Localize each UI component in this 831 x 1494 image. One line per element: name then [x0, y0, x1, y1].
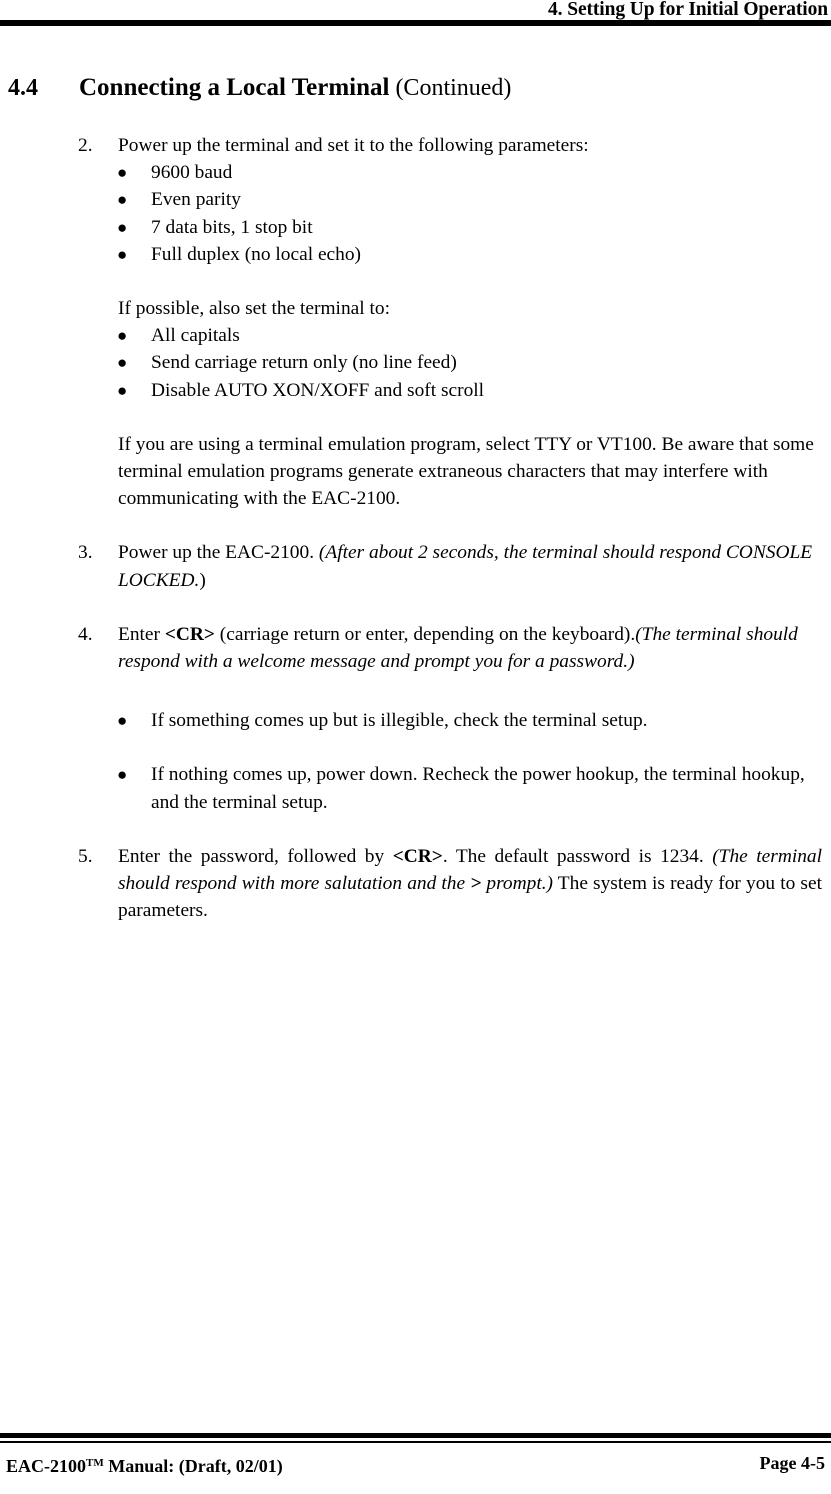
numbered-item-4-lead: Enter [118, 623, 165, 645]
list-marker: 5. [78, 845, 93, 867]
bullet-icon: ● [117, 326, 128, 346]
list-item: ● 9600 baud [0, 159, 831, 186]
numbered-item-5: 5. Enter the password, followed by <CR>. … [0, 843, 831, 925]
list-item: ● 7 data bits, 1 stop bit [0, 214, 831, 241]
list-item: ● If something comes up but is illegible… [0, 707, 831, 734]
numbered-item-5-italic-b: prompt.) [481, 873, 554, 895]
numbered-item-5-prompt-symbol: > [470, 873, 482, 895]
numbered-item-3-tail: ) [199, 569, 206, 591]
list-item: ● Disable AUTO XON/XOFF and soft scroll [0, 377, 831, 404]
list-item: ● Send carriage return only (no line fee… [0, 349, 831, 376]
list-item-label: 7 data bits, 1 stop bit [151, 216, 313, 238]
section-title: Connecting a Local Terminal [79, 74, 390, 101]
numbered-item-5-mid: . The default password is 1234. [442, 845, 713, 867]
page-footer: EAC-2100TM Manual: (Draft, 02/01) Page 4… [0, 1424, 831, 1494]
numbered-item-2-text: Power up the terminal and set it to the … [118, 135, 589, 156]
bullet-icon: ● [117, 217, 128, 237]
bullet-list-parameters: ● 9600 baud ● Even parity ● 7 data bits,… [0, 159, 831, 268]
list-item: ● Full duplex (no local echo) [0, 241, 831, 268]
header-rule [0, 20, 831, 26]
numbered-item-3: 3. Power up the EAC-2100. (After about 2 … [0, 539, 831, 593]
list-item-label: Even parity [151, 189, 241, 211]
footer-rule-thin [0, 1441, 831, 1443]
list-item: ● If nothing comes up, power down. Reche… [0, 761, 831, 815]
spacer [0, 734, 831, 761]
bullet-icon: ● [117, 190, 128, 210]
section-continued-label: (Continued) [389, 75, 512, 101]
list-item-label: If nothing comes up, power down. Recheck… [151, 764, 805, 813]
list-marker: 3. [78, 542, 93, 564]
list-item-label: If something comes up but is illegible, … [151, 710, 648, 732]
numbered-item-5-keycode: <CR> [392, 845, 443, 867]
footer-manual-label: EAC-2100TM Manual: (Draft, 02/01) [6, 1451, 283, 1478]
footer-manual-suffix: Manual: (Draft, 02/01) [103, 1456, 283, 1476]
footer-rule-thick [0, 1433, 831, 1438]
numbered-item-3-lead: Power up the EAC-2100. [118, 542, 319, 564]
section-title-wrap: Connecting a Local Terminal (Continued) [79, 72, 511, 107]
bullet-icon: ● [117, 353, 128, 373]
trademark-icon: TM [86, 1457, 104, 1469]
numbered-item-2: 2. Power up the terminal and set it to t… [0, 132, 831, 159]
numbered-item-4: 4. Enter <CR> (carriage return or enter, … [0, 621, 831, 675]
section-number: 4.4 [8, 75, 38, 101]
footer-product-name: EAC-2100 [6, 1456, 86, 1476]
bullet-icon: ● [117, 163, 128, 183]
numbered-item-5-lead: Enter the password, followed by [118, 845, 393, 867]
section-heading: 4.4 Connecting a Local Terminal (Continu… [0, 72, 831, 108]
bullet-icon: ● [117, 380, 128, 400]
list-item: ● All capitals [0, 322, 831, 349]
bullet-icon: ● [117, 244, 128, 264]
paragraph-if-possible: If possible, also set the terminal to: [118, 298, 390, 320]
list-item: ● Even parity [0, 186, 831, 213]
list-item-label: Disable AUTO XON/XOFF and soft scroll [151, 379, 485, 401]
header-chapter-title: 4. Setting Up for Initial Operation [548, 0, 828, 20]
page-header: 4. Setting Up for Initial Operation [0, 0, 831, 30]
bullet-list-optional-settings: ● All capitals ● Send carriage return on… [0, 322, 831, 404]
numbered-item-4-keycode: <CR> [164, 623, 215, 645]
list-item-label: All capitals [151, 325, 240, 347]
list-marker: 2. [78, 135, 93, 156]
document-body: 2. Power up the terminal and set it to t… [0, 132, 831, 924]
document-page: 4. Setting Up for Initial Operation 4.4 … [0, 0, 831, 1494]
bullet-icon: ● [117, 765, 128, 785]
numbered-item-4-mid: (carriage return or enter, depending on … [214, 623, 636, 645]
footer-page-number: Page 4-5 [759, 1453, 825, 1473]
bullet-icon: ● [117, 711, 128, 731]
bullet-list-troubleshooting: ● If something comes up but is illegible… [0, 707, 831, 816]
list-item-label: 9600 baud [151, 162, 233, 184]
paragraph-terminal-emulation: If you are using a terminal emulation pr… [118, 433, 814, 510]
list-item-label: Full duplex (no local echo) [151, 243, 362, 265]
list-marker: 4. [78, 623, 93, 645]
list-item-label: Send carriage return only (no line feed) [151, 352, 457, 374]
